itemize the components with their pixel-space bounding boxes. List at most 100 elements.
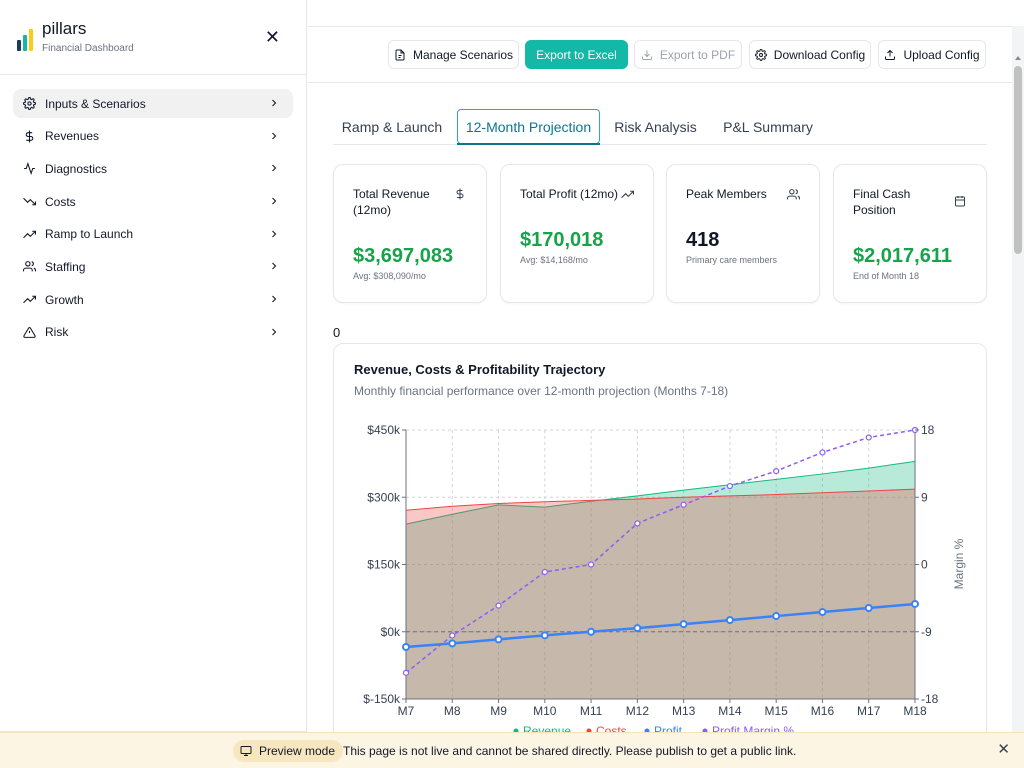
brand-header: pillars Financial Dashboard ✕ [0,0,306,75]
trending-down-icon [22,195,36,209]
calendar-icon [953,194,967,208]
y-right-tick-label: 0 [921,558,928,572]
sidebar-item-revenues[interactable]: Revenues [13,122,293,151]
manage-scenarios-label: Manage Scenarios [412,47,514,62]
sidebar-item-staffing[interactable]: Staffing [13,252,293,281]
x-tick-label: M10 [533,704,557,718]
kpi-value: $3,697,083 [353,245,454,267]
x-tick-label: M17 [857,704,881,718]
chart-card: Revenue, Costs & Profitability Trajector… [333,343,987,743]
export-pdf-button[interactable]: Export to PDF [634,40,742,69]
y-left-tick-label: $0k [381,625,401,639]
profit-point [911,599,919,608]
close-banner-button[interactable]: ✕ [997,742,1010,757]
x-tick-label: M16 [811,704,835,718]
kpi-card-peak-members: Peak Members 418 Primary care members [666,164,820,303]
chevron-right-icon [272,132,277,140]
activity-icon [22,162,36,176]
kpi-subtext: Avg: $308,090/mo [353,271,426,281]
kpi-title: Total Profit (12mo) [520,187,619,201]
export-excel-button[interactable]: Export to Excel [525,40,628,69]
page-scrollbar[interactable] [1012,26,1024,754]
stray-value-text: 0 [333,325,341,340]
trending-up-icon [22,293,36,307]
tab-bar: Ramp & Launch 12-Month Projection Risk A… [333,108,987,145]
header-divider [308,26,1024,27]
dollar-icon [453,187,467,201]
profit-margin-point [634,520,641,527]
kpi-subtext: Primary care members [686,255,778,265]
profit-margin-point [495,602,502,609]
x-tick-label: M18 [903,704,927,718]
toolbar-divider [308,82,1024,83]
kpi-title: Final Cash Position [853,187,911,217]
profit-margin-point [680,501,687,508]
chevron-right-icon [272,263,277,270]
financial-trajectory-chart: $450k$300k$150k$0k$-150k1890-9-18Margin … [363,423,966,738]
y-left-tick-label: $300k [367,490,401,504]
preview-mode-badge: Preview mode [233,740,344,762]
kpi-title: Peak Members [686,187,767,201]
profit-point [540,631,549,640]
sidebar-item-costs[interactable]: Costs [13,187,293,216]
sidebar-item-growth[interactable]: Growth [13,285,293,314]
tab-ramp-launch[interactable]: Ramp & Launch [333,109,451,144]
x-tick-label: M11 [580,704,603,718]
sidebar-item-label: Revenues [45,129,100,144]
close-sidebar-button[interactable]: ✕ [265,28,280,46]
kpi-value: 418 [686,229,720,251]
y-right-tick-label: -9 [921,625,932,639]
scrollbar-thumb[interactable] [1014,66,1022,254]
profit-margin-point [726,482,734,490]
y-left-tick-label: $-150k [363,692,401,706]
manage-scenarios-button[interactable]: Manage Scenarios [388,40,519,69]
kpi-subtext: Avg: $14,168/mo [520,255,588,265]
download-config-button[interactable]: Download Config [749,40,871,69]
tab-pl-summary[interactable]: P&L Summary [713,109,823,144]
x-tick-label: M14 [718,704,742,718]
profit-margin-point [541,568,548,576]
upload-config-button[interactable]: Upload Config [878,40,986,69]
profit-point [818,608,827,617]
sidebar-item-ramp-to-launch[interactable]: Ramp to Launch [13,220,293,249]
chevron-right-icon [272,295,277,303]
profit-margin-point [773,467,780,475]
profit-point [448,639,457,648]
profit-point [725,616,734,625]
chevron-right-icon [272,197,277,205]
kpi-value: $2,017,611 [853,245,952,267]
sidebar-item-label: Inputs & Scenarios [45,96,146,111]
sidebar-item-label: Ramp to Launch [45,227,134,242]
trending-up-icon [620,187,634,201]
app-name: pillars [42,19,87,38]
sidebar-item-label: Growth [45,292,84,307]
y-left-tick-label: $450k [367,423,401,437]
costs-area [406,489,915,699]
download-icon [641,50,652,60]
y-left-tick-label: $150k [367,558,401,572]
profit-margin-point [865,434,872,441]
sidebar-item-inputs-scenarios[interactable]: Inputs & Scenarios [13,89,293,118]
scroll-up-icon[interactable] [1015,56,1021,60]
tab-12-month-projection[interactable]: 12-Month Projection [457,109,600,145]
pillars-logo-icon [17,29,33,51]
preview-mode-label: Preview mode [259,744,336,758]
chevron-right-icon [272,164,277,172]
y-right-axis-label: Margin % [952,538,966,589]
users-icon [22,260,36,274]
sidebar-item-label: Diagnostics [45,161,108,176]
upload-icon [885,49,896,60]
alert-triangle-icon [22,325,36,339]
chevron-right-icon [272,99,277,107]
profit-margin-point [819,449,826,456]
y-right-tick-label: 9 [921,490,928,504]
x-tick-label: M9 [490,704,507,718]
kpi-value: $170,018 [520,229,604,251]
profit-point [633,624,642,633]
export-pdf-label: Export to PDF [659,47,736,62]
sidebar-item-risk[interactable]: Risk [13,318,293,347]
profit-margin-point [402,669,410,676]
monitor-icon [240,746,252,756]
tab-risk-analysis[interactable]: Risk Analysis [608,109,703,144]
sidebar-item-diagnostics[interactable]: Diagnostics [13,154,293,183]
